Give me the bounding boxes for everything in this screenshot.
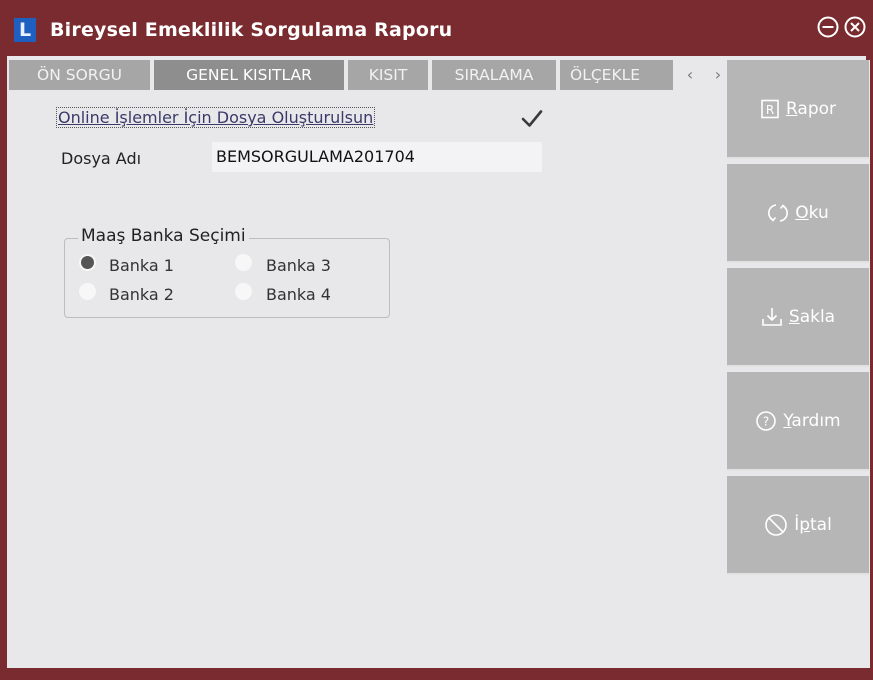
app-logo-icon: L [14, 18, 36, 42]
radio-banka-3[interactable] [235, 254, 252, 271]
help-icon: ? [756, 411, 777, 431]
download-icon [762, 308, 782, 326]
tab-bar: ÖN SORGU GENEL KISITLAR KISIT SIRALAMA Ö… [9, 60, 736, 90]
svg-text:?: ? [763, 415, 769, 429]
radio-banka-3-label[interactable]: Banka 3 [266, 256, 331, 275]
window-title: Bireysel Emeklilik Sorgulama Raporu [50, 19, 453, 41]
report-icon: R [761, 99, 779, 119]
chevron-left-icon[interactable]: ‹ [676, 60, 704, 90]
title-bar: L Bireysel Emeklilik Sorgulama Raporu [0, 0, 873, 60]
tab-siralama[interactable]: SIRALAMA [432, 60, 556, 90]
tab-genel-kisitlar[interactable]: GENEL KISITLAR [154, 60, 344, 90]
report-button[interactable]: R Rapor [727, 60, 869, 159]
read-button[interactable]: Oku [727, 164, 869, 263]
help-button[interactable]: ? Yardım [727, 372, 869, 471]
tab-panel-genel-kisitlar [9, 90, 727, 668]
file-name-label: Dosya Adı [61, 149, 142, 168]
action-sidebar: R Rapor Oku Sakla ? Yardım İptal [727, 60, 870, 668]
radio-selected-dot [81, 256, 94, 269]
tab-on-sorgu[interactable]: ÖN SORGU [9, 60, 150, 90]
svg-text:R: R [766, 103, 774, 117]
save-button[interactable]: Sakla [727, 268, 869, 367]
app-window: L Bireysel Emeklilik Sorgulama Raporu ÖN… [0, 0, 873, 680]
online-files-checkbox[interactable] [520, 107, 544, 131]
minimize-icon[interactable] [815, 15, 841, 43]
radio-banka-1[interactable] [79, 254, 96, 271]
file-name-field[interactable]: BEMSORGULAMA201704 [212, 142, 542, 172]
bank-selection-group [64, 238, 390, 318]
cancel-button[interactable]: İptal [727, 476, 869, 575]
tab-kisit[interactable]: KISIT [348, 60, 428, 90]
radio-banka-4-label[interactable]: Banka 4 [266, 285, 331, 304]
refresh-icon [768, 204, 789, 222]
radio-banka-4[interactable] [235, 283, 252, 300]
online-files-checkbox-label[interactable]: Online İşlemler İçin Dosya Oluşturulsun [56, 107, 376, 128]
radio-banka-1-label[interactable]: Banka 1 [109, 256, 174, 275]
close-icon[interactable] [842, 15, 868, 43]
cancel-icon [765, 514, 787, 536]
radio-banka-2-label[interactable]: Banka 2 [109, 285, 174, 304]
bank-selection-legend: Maaş Banka Seçimi [78, 226, 249, 246]
radio-banka-2[interactable] [79, 283, 96, 300]
checkmark-icon [521, 110, 543, 127]
tab-olcekle[interactable]: ÖLÇEKLE [560, 60, 673, 90]
